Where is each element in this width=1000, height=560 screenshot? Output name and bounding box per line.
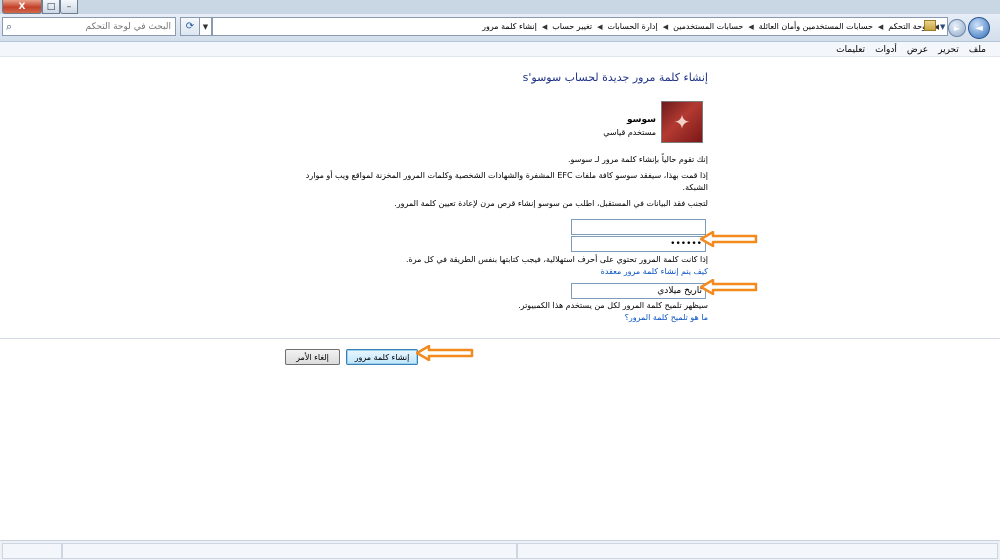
chevron-left-icon[interactable]: ◀ — [663, 23, 668, 31]
status-segment — [62, 543, 517, 559]
breadcrumb-user-accounts[interactable]: حسابات المستخدمين — [673, 22, 743, 31]
menu-file[interactable]: ملف — [969, 45, 986, 55]
chevron-left-icon[interactable]: ◀ — [542, 23, 547, 31]
user-name: سوسو — [627, 115, 656, 125]
breadcrumb: ◀ لوحة التحكم ◀ حسابات المستخدمين وأمان … — [482, 18, 939, 35]
refresh-icon: ⟳ — [185, 21, 195, 32]
main-content: إنشاء كلمة مرور جديدة لحساب سوسو's ✦ سوس… — [0, 57, 1000, 540]
intro-text: إنك تقوم حالياً بإنشاء كلمة مرور لـ سوسو… — [567, 155, 708, 164]
create-password-button[interactable]: إنشاء كلمة مرور — [346, 349, 418, 365]
forward-button[interactable]: ► — [948, 19, 966, 37]
recent-pages-dropdown[interactable]: ▼ — [940, 23, 945, 31]
breadcrumb-control-panel[interactable]: لوحة التحكم — [888, 22, 928, 31]
chevron-left-icon[interactable]: ◀ — [597, 23, 602, 31]
password-hint-input[interactable] — [572, 284, 705, 298]
annotation-arrow-icon — [700, 231, 758, 247]
breadcrumb-manage-accounts[interactable]: إدارة الحسابات — [608, 22, 658, 31]
menu-tools[interactable]: أدوات — [875, 45, 897, 55]
advice-text: لتجنب فقد البيانات في المستقبل، اطلب من … — [394, 199, 708, 208]
arrow-left-icon: ◄ — [975, 22, 983, 34]
status-bar — [0, 540, 1000, 560]
password-hint-field[interactable] — [571, 283, 706, 299]
user-avatar: ✦ — [661, 101, 703, 143]
warning-text: إذا قمت بهذا، سيفقد سوسو كافة ملفات EFC … — [305, 171, 708, 192]
breadcrumb-change-account[interactable]: تغيير حساب — [552, 22, 592, 31]
origami-crane-icon: ✦ — [673, 110, 691, 134]
annotation-arrow-icon — [416, 345, 474, 361]
address-bar[interactable]: ◀ لوحة التحكم ◀ حسابات المستخدمين وأمان … — [212, 17, 948, 36]
divider — [0, 338, 1000, 339]
breadcrumb-user-accounts-family-safety[interactable]: حسابات المستخدمين وأمان العائلة — [759, 22, 873, 31]
cancel-button[interactable]: إلغاء الأمر — [285, 349, 340, 365]
password-hint-help-link[interactable]: ما هو تلميح كلمة المرور؟ — [625, 313, 708, 322]
refresh-button[interactable]: ⟳ — [180, 17, 200, 36]
annotation-arrow-icon — [700, 279, 758, 295]
new-password-input[interactable] — [572, 220, 705, 234]
minimize-button[interactable]: – — [60, 0, 78, 14]
hint-note-text: سيظهر تلميح كلمة المرور لكل من يستخدم هذ… — [518, 301, 708, 310]
page-title: إنشاء كلمة مرور جديدة لحساب سوسو's — [522, 71, 708, 84]
new-password-field[interactable] — [571, 219, 706, 235]
search-icon[interactable]: ⌕ — [6, 20, 12, 34]
confirm-password-field[interactable] — [571, 236, 706, 252]
chevron-left-icon[interactable]: ◀ — [878, 23, 883, 31]
user-account-type: مستخدم قياسي — [603, 128, 656, 137]
maximize-button[interactable]: □ — [42, 0, 60, 14]
confirm-password-input[interactable] — [572, 237, 705, 251]
menu-help[interactable]: تعليمات — [836, 45, 865, 55]
menu-edit[interactable]: تحرير — [938, 45, 959, 55]
chevron-down-icon: ▼ — [202, 22, 209, 31]
strong-password-link[interactable]: كيف يتم إنشاء كلمة مرور معقدة — [601, 267, 708, 276]
menu-bar: ملف تحرير عرض أدوات تعليمات — [0, 42, 1000, 57]
chevron-left-icon[interactable]: ◀ — [748, 23, 753, 31]
search-input[interactable] — [19, 18, 174, 35]
control-panel-icon — [924, 20, 936, 31]
back-button[interactable]: ◄ — [968, 17, 990, 39]
address-dropdown-button[interactable]: ▼ — [200, 17, 212, 36]
close-button[interactable]: X — [2, 0, 42, 14]
navigation-bar: ⌕ ⟳ ▼ ◀ لوحة التحكم ◀ حسابات المستخدمين … — [0, 14, 1000, 42]
arrow-right-icon: ► — [953, 23, 961, 33]
status-segment — [2, 543, 62, 559]
breadcrumb-create-password[interactable]: إنشاء كلمة مرور — [482, 22, 537, 31]
status-segment — [517, 543, 998, 559]
title-bar: X □ – — [0, 0, 1000, 14]
search-box[interactable]: ⌕ — [2, 17, 176, 36]
menu-view[interactable]: عرض — [907, 45, 928, 55]
caps-note-text: إذا كانت كلمة المرور تحتوي على أحرف استه… — [406, 255, 708, 264]
